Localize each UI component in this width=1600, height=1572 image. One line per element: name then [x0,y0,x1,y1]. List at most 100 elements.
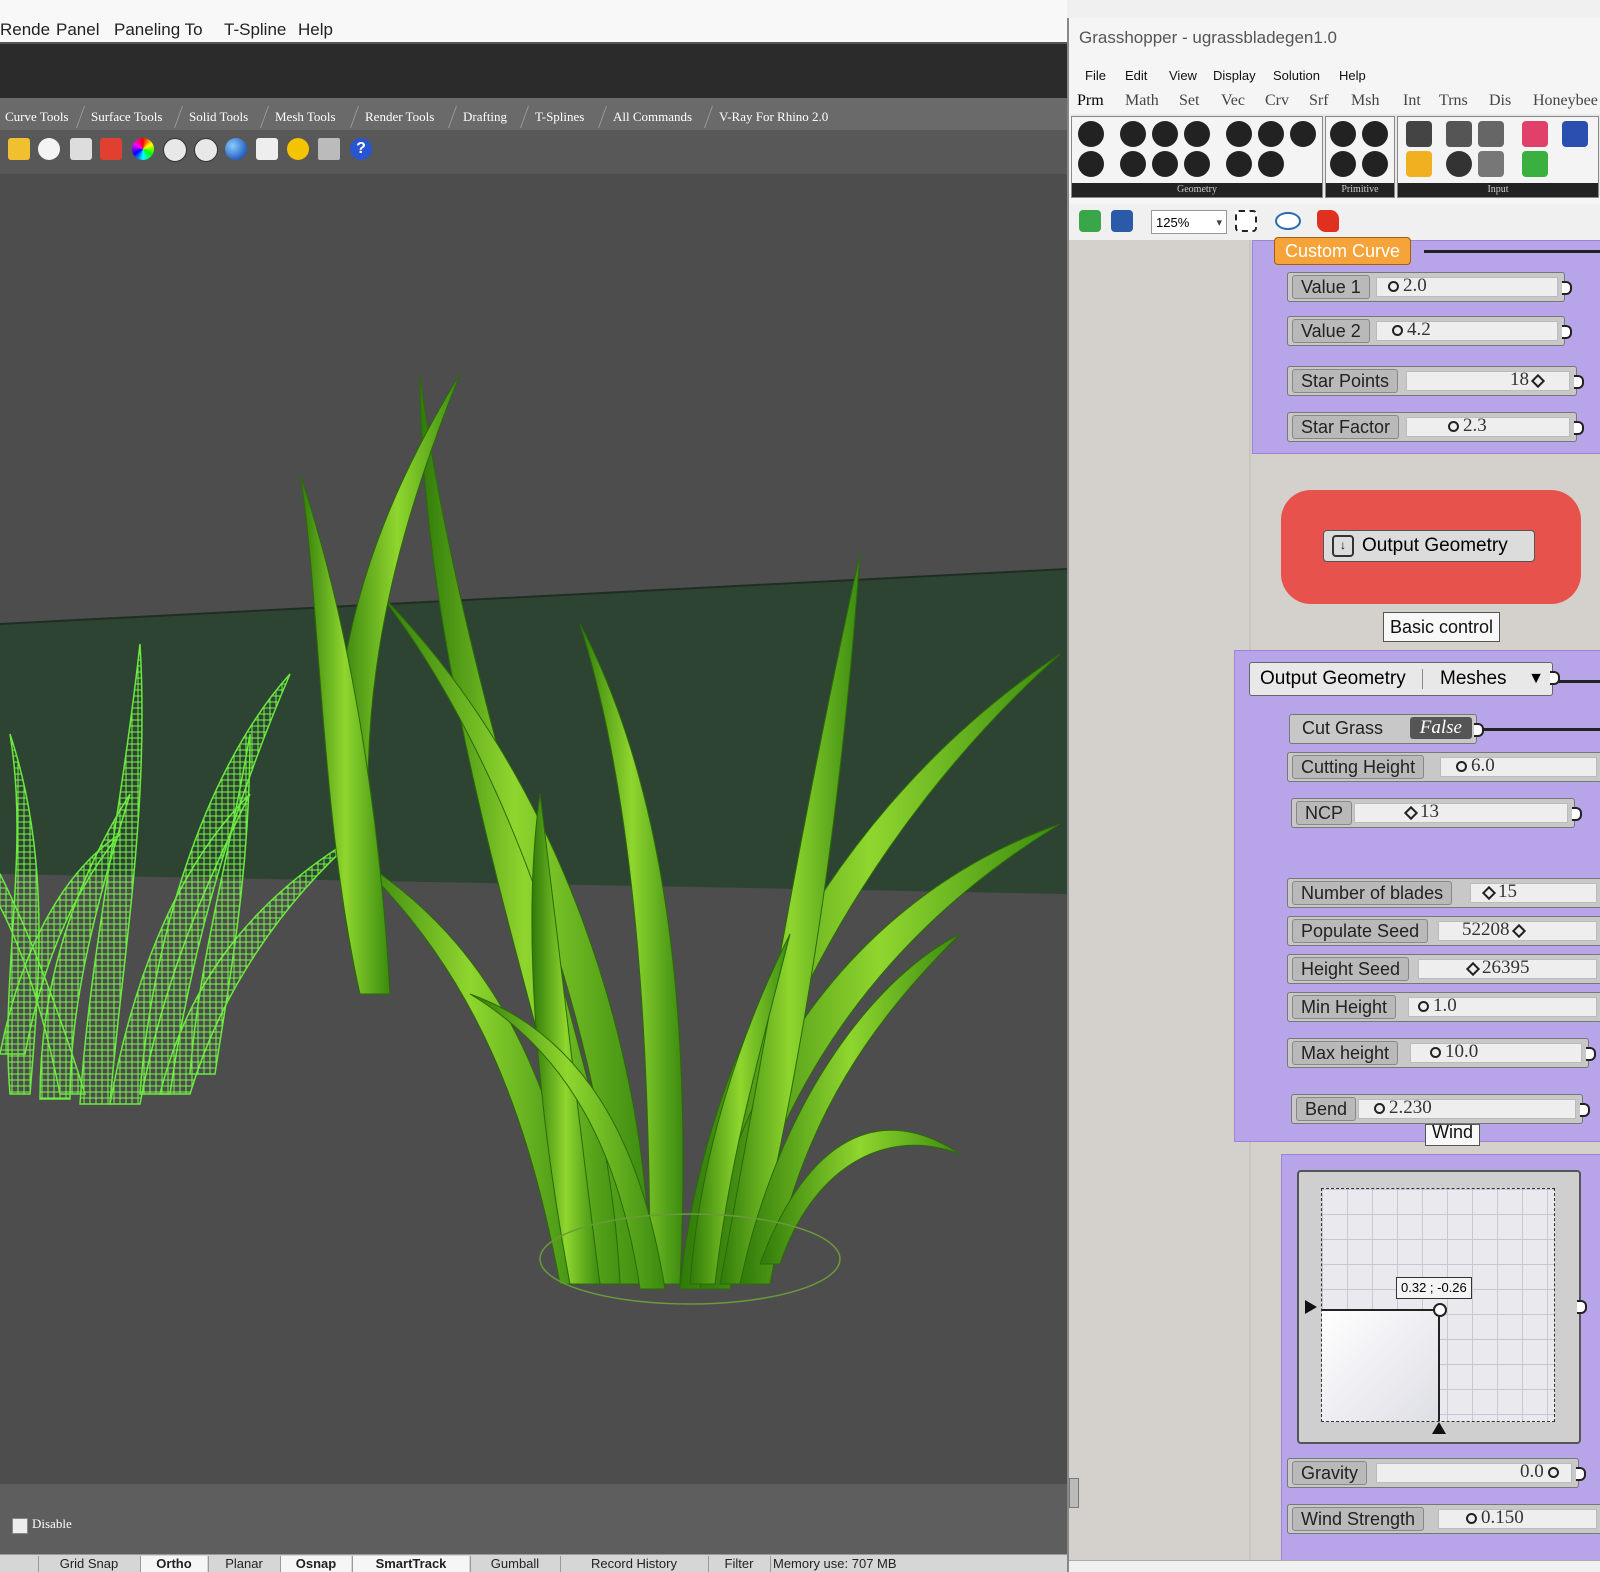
line-param-icon[interactable] [1120,151,1146,177]
boolean-param-icon[interactable] [1330,121,1356,147]
slider-knob-icon[interactable] [1511,923,1526,938]
dimension-icon[interactable] [318,138,340,160]
star-factor-slider[interactable]: Star Factor 2.3 [1287,412,1584,442]
integer-param-icon[interactable] [1330,151,1356,177]
gh-tab-crv[interactable]: Crv [1265,92,1289,110]
slider-knob-icon[interactable] [1456,761,1467,773]
status-grid-snap[interactable]: Grid Snap [38,1556,139,1572]
number-of-blades-slider[interactable]: Number of blades 15 [1287,878,1600,908]
curve-param-icon[interactable] [1152,151,1178,177]
zoom-extents-icon[interactable] [1235,210,1257,232]
gh-menu-help[interactable]: Help [1339,68,1366,83]
lock-icon[interactable] [70,138,92,160]
status-planar[interactable]: Planar [208,1556,279,1572]
output-grip[interactable] [1576,1467,1586,1481]
plane-param-icon[interactable] [1184,151,1210,177]
button-input-icon[interactable] [1446,151,1472,177]
output-grip[interactable] [1474,723,1484,737]
gh-menu-solution[interactable]: Solution [1273,68,1320,83]
cutting-height-slider[interactable]: Cutting Height 6.0 [1287,752,1600,782]
render-sphere-icon[interactable] [225,138,247,160]
graph-mapper[interactable]: 0.32 ; -0.26 [1297,1170,1587,1444]
brep-param-icon[interactable] [1290,121,1316,147]
cut-grass-toggle[interactable]: Cut Grass False [1289,714,1484,744]
menu-paneling-tools[interactable]: Paneling To [114,20,203,40]
graph-x-marker-icon[interactable] [1432,1422,1446,1434]
gh-menu-file[interactable]: File [1085,68,1106,83]
slider-knob-icon[interactable] [1403,805,1419,820]
slider-knob-icon[interactable] [1430,1047,1441,1059]
gh-tab-set[interactable]: Set [1179,92,1199,110]
status-record-history[interactable]: Record History [560,1556,707,1572]
slider-knob-icon[interactable] [1448,421,1459,433]
graph-input-icon[interactable] [1406,151,1432,177]
gh-tab-trns[interactable]: Trns [1439,92,1468,110]
tab-surface-tools[interactable]: Surface Tools [75,106,177,128]
point-param-icon[interactable] [1078,151,1104,177]
bend-slider[interactable]: Bend 2.230 [1291,1094,1590,1124]
gh-tab-prm[interactable]: Prm [1077,92,1104,110]
wind-strength-slider[interactable]: Wind Strength 0.150 [1287,1504,1600,1534]
file-input-icon[interactable] [1562,121,1588,147]
value1-slider[interactable]: Value 1 2.0 [1287,272,1572,302]
arc-param-icon[interactable] [1152,121,1178,147]
gradient-input-icon[interactable] [1522,121,1548,147]
tab-t-splines[interactable]: T-Splines [519,106,599,128]
status-smarttrack[interactable]: SmartTrack [352,1556,469,1572]
output-grip[interactable] [1580,1103,1590,1117]
gh-tab-dis[interactable]: Dis [1489,92,1511,110]
tab-render-tools[interactable]: Render Tools [349,106,449,128]
gh-tab-honeybee[interactable]: Honeybee [1533,92,1598,110]
graph-area[interactable]: 0.32 ; -0.26 [1321,1188,1555,1422]
status-filter[interactable]: Filter [708,1556,769,1572]
palette-input-icon[interactable] [1522,151,1548,177]
graph-y-marker-icon[interactable] [1305,1300,1317,1314]
slider-knob-icon[interactable] [1547,1467,1559,1479]
output-grip[interactable] [1586,1047,1596,1061]
menu-help[interactable]: Help [298,20,333,40]
slider-knob-icon[interactable] [1374,1103,1385,1115]
slider-knob-icon[interactable] [1465,961,1481,976]
sketch-pen-icon[interactable] [1317,210,1339,232]
tab-solid-tools[interactable]: Solid Tools [173,106,263,128]
max-height-slider[interactable]: Max height 10.0 [1287,1038,1596,1068]
bulb-icon[interactable] [38,138,60,160]
status-ortho[interactable]: Ortho [140,1556,207,1572]
star-points-slider[interactable]: Star Points 18 [1287,366,1584,396]
text-param-icon[interactable] [1362,151,1388,177]
output-grip[interactable] [1574,421,1584,435]
canvas-scroll-handle[interactable] [1069,1478,1079,1508]
tab-curve-tools[interactable]: Curve Tools [0,106,83,128]
gh-tab-math[interactable]: Math [1125,92,1159,110]
gear-icon[interactable] [287,138,309,160]
surface-param-icon[interactable] [1184,121,1210,147]
gh-tab-vec[interactable]: Vec [1221,92,1245,110]
gh-menu-view[interactable]: View [1169,68,1197,83]
tab-vray[interactable]: V-Ray For Rhino 2.0 [703,106,843,128]
toggle-input-icon[interactable] [1446,121,1472,147]
status-osnap[interactable]: Osnap [280,1556,351,1572]
sphere-wire-icon[interactable] [163,138,187,162]
sphere-shaded-icon[interactable] [194,138,218,162]
geometry-param-icon[interactable] [1078,121,1104,147]
dropdown-triangle-icon[interactable]: ▼ [1528,663,1544,695]
perspective-viewport[interactable] [0,174,1067,1484]
output-grip[interactable] [1572,807,1582,821]
output-grip[interactable] [1562,281,1572,295]
graph-handle[interactable] [1433,1303,1447,1317]
panel-input-icon[interactable] [1406,121,1432,147]
zoom-select[interactable]: 125% ▾ [1151,210,1227,234]
slider-knob-icon[interactable] [1481,885,1497,900]
box-param-icon[interactable] [1226,121,1252,147]
light-array-icon[interactable] [8,138,30,160]
gh-tab-int[interactable]: Int [1403,92,1421,110]
slider-knob-icon[interactable] [1388,281,1399,293]
tab-drafting[interactable]: Drafting [447,106,522,128]
status-gumball[interactable]: Gumball [470,1556,559,1572]
number-param-icon[interactable] [1362,121,1388,147]
output-grip[interactable] [1577,1300,1587,1314]
disable-checkbox[interactable] [12,1518,28,1534]
min-height-slider[interactable]: Min Height 1.0 [1287,992,1600,1022]
slider-knob-icon[interactable] [1418,1001,1429,1013]
circle-param-icon[interactable] [1120,121,1146,147]
